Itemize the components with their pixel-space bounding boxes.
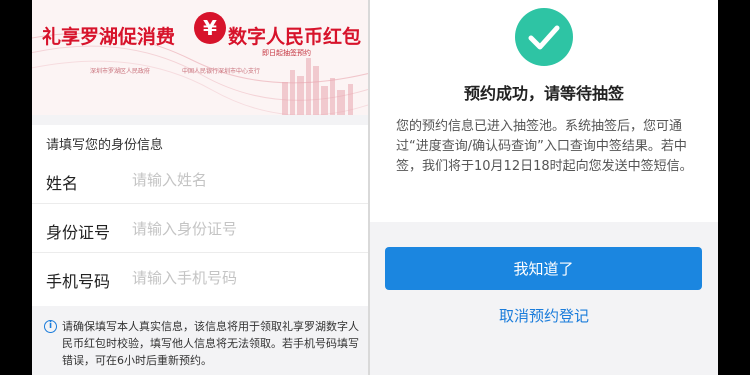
name-row: 姓名	[32, 156, 368, 204]
phone-row: 手机号码	[32, 254, 368, 302]
notice-box: i 请确保填写本人真实信息，该信息将用于领取礼享罗湖数字人民币红包时校验，填写他…	[32, 306, 368, 375]
banner-title-left: 礼享罗湖促消费	[42, 26, 176, 48]
section-gap	[32, 115, 368, 125]
id-number-input[interactable]	[132, 215, 352, 243]
notice-text: 请确保填写本人真实信息，该信息将用于领取礼享罗湖数字人民币红包时校验，填写他人信…	[62, 320, 359, 367]
id-number-label: 身份证号	[46, 223, 111, 242]
success-description: 您的预约信息已进入抽签池。系统抽签后，您可通过“进度查询/确认码查询”入口查询中…	[396, 119, 693, 174]
promo-banner: 礼享罗湖促消费 ¥ 数字人民币红包 即日起抽签预约 深圳市罗湖区人民政府 中国人…	[32, 0, 368, 115]
right-black-border	[718, 0, 750, 375]
name-input[interactable]	[132, 166, 352, 194]
acknowledge-button[interactable]: 我知道了	[385, 247, 702, 290]
digital-rmb-logo-icon: ¥	[194, 12, 226, 44]
left-black-border	[0, 0, 32, 375]
info-icon: i	[44, 320, 57, 333]
reservation-form-screen: 礼享罗湖促消费 ¥ 数字人民币红包 即日起抽签预约 深圳市罗湖区人民政府 中国人…	[32, 0, 368, 375]
banner-subtitle: 即日起抽签预约	[262, 49, 311, 57]
cancel-reservation-link[interactable]: 取消预约登记	[370, 305, 718, 326]
phone-input[interactable]	[132, 264, 352, 292]
success-title: 预约成功，请等待抽签	[463, 84, 624, 103]
form-section-label: 请填写您的身份信息	[46, 138, 164, 153]
reservation-result-screen: 预约成功，请等待抽签 您的预约信息已进入抽签池。系统抽签后，您可通过“进度查询/…	[370, 0, 718, 375]
name-label: 姓名	[46, 174, 79, 193]
phone-label: 手机号码	[46, 272, 111, 291]
result-card: 预约成功，请等待抽签 您的预约信息已进入抽签池。系统抽签后，您可通过“进度查询/…	[370, 0, 718, 222]
banner-partner: 中国人民银行深圳市中心支行	[182, 68, 261, 75]
id-number-row: 身份证号	[32, 205, 368, 253]
banner-title-right: 数字人民币红包	[228, 26, 362, 48]
check-circle-icon	[515, 8, 573, 66]
banner-organizer: 深圳市罗湖区人民政府	[90, 68, 151, 75]
